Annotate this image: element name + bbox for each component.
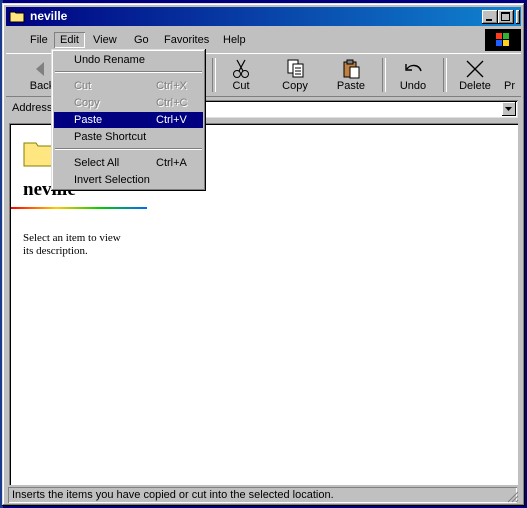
copy-button[interactable]: Copy: [268, 56, 322, 94]
menu-item-undo-rename[interactable]: Undo Rename: [54, 52, 203, 68]
delete-x-icon: [466, 60, 484, 78]
menu-help[interactable]: Help: [217, 32, 252, 48]
copy-icon: [287, 59, 304, 78]
status-text: Inserts the items you have copied or cut…: [8, 487, 517, 503]
address-dropdown-button[interactable]: [502, 102, 516, 116]
description-text: Select an item to view its description.: [23, 232, 143, 258]
menu-item-label: Paste: [74, 114, 103, 126]
menu-item-shortcut: Ctrl+X: [156, 80, 187, 92]
folder-icon: [9, 11, 25, 23]
minimize-button[interactable]: [482, 10, 498, 24]
menu-separator: [55, 71, 202, 73]
undo-icon: [405, 64, 422, 72]
menu-view[interactable]: View: [87, 32, 123, 48]
menu-item-label: Paste Shortcut: [74, 131, 147, 143]
description-line: its description.: [23, 245, 88, 257]
paste-button[interactable]: Paste: [324, 56, 378, 94]
delete-button[interactable]: Delete: [448, 56, 502, 94]
undo-label: Undo: [399, 80, 427, 92]
menu-item-copy[interactable]: Copy Ctrl+C: [54, 95, 203, 111]
description-line: Select an item to view: [23, 232, 121, 244]
status-bar: Inserts the items you have copied or cut…: [6, 487, 521, 505]
edit-menu-dropdown: Undo Rename Cut Ctrl+X Copy Ctrl+C Paste…: [51, 49, 206, 191]
menu-item-shortcut: Ctrl+C: [156, 97, 188, 109]
undo-button[interactable]: Undo: [386, 56, 440, 94]
menu-item-label: Invert Selection: [74, 174, 150, 186]
menu-go[interactable]: Go: [128, 32, 155, 48]
menu-bar: File Edit View Go Favorites Help: [6, 29, 521, 51]
menu-item-label: Copy: [74, 97, 100, 109]
cut-button[interactable]: Cut: [214, 56, 268, 94]
close-button-partial[interactable]: [516, 10, 520, 24]
window-title: neville: [30, 9, 68, 23]
windows-logo-icon: [485, 29, 521, 51]
menu-item-shortcut: Ctrl+V: [156, 114, 187, 126]
chevron-down-icon: [505, 107, 512, 111]
resize-grip-icon[interactable]: [507, 491, 519, 503]
menu-separator: [55, 148, 202, 150]
cut-label: Cut: [232, 80, 250, 92]
menu-edit[interactable]: Edit: [54, 32, 85, 48]
copy-label: Copy: [282, 80, 308, 92]
title-bar[interactable]: neville: [6, 7, 521, 26]
toolbar-separator: [443, 58, 447, 92]
menu-item-paste[interactable]: Paste Ctrl+V: [54, 112, 203, 128]
paste-icon: [343, 59, 360, 79]
properties-button[interactable]: Pr: [500, 56, 521, 94]
colored-divider: [11, 207, 147, 209]
menu-item-shortcut: Ctrl+A: [156, 157, 187, 169]
maximize-icon: [501, 12, 510, 21]
properties-label: Pr: [504, 80, 515, 92]
menu-item-invert-selection[interactable]: Invert Selection: [54, 172, 203, 188]
menu-item-paste-shortcut[interactable]: Paste Shortcut: [54, 129, 203, 145]
menu-favorites[interactable]: Favorites: [158, 32, 215, 48]
menu-item-label: Select All: [74, 157, 120, 169]
scissors-icon: [233, 59, 249, 78]
menu-item-label: Undo Rename: [74, 54, 145, 66]
address-label: Address: [12, 102, 53, 114]
delete-label: Delete: [459, 80, 491, 92]
menu-item-cut[interactable]: Cut Ctrl+X: [54, 78, 203, 94]
maximize-button[interactable]: [498, 10, 514, 24]
menu-item-select-all[interactable]: Select All Ctrl+A: [54, 155, 203, 171]
menu-file[interactable]: File: [24, 32, 54, 48]
paste-label: Paste: [336, 80, 366, 92]
menu-item-label: Cut: [74, 80, 92, 92]
minimize-icon: [486, 19, 492, 21]
